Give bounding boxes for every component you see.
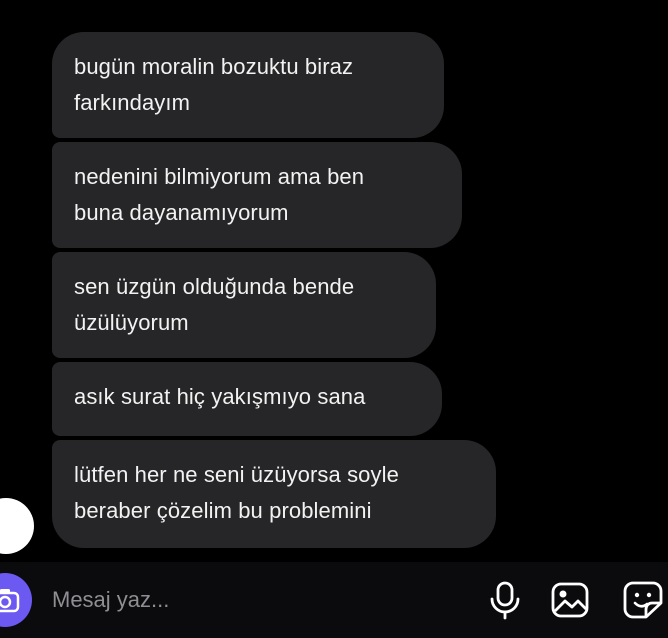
message-bubble[interactable]: sen üzgün olduğunda bende üzülüyorum	[52, 252, 436, 358]
message-text-line: bugün moralin bozuktu biraz	[74, 54, 354, 79]
message-bubble[interactable]: nedenini bilmiyorum ama ben buna dayanam…	[52, 142, 462, 248]
message-text-line: beraber çözelim bu problemini	[74, 498, 372, 523]
message-text-line: asık surat hiç yakışmıyo sana	[74, 384, 366, 409]
message-bubble[interactable]: bugün moralin bozuktu biraz farkındayım	[52, 32, 444, 138]
message-input[interactable]	[52, 584, 352, 616]
message-text-line: buna dayanamıyorum	[74, 200, 289, 225]
message-text-line: lütfen her ne seni üzüyorsa soyle	[74, 462, 399, 487]
message-thread[interactable]: bugün moralin bozuktu biraz farkındayım …	[0, 0, 668, 560]
message-text-line: nedenini bilmiyorum ama ben	[74, 164, 365, 189]
chat-screen: bugün moralin bozuktu biraz farkındayım …	[0, 0, 668, 638]
message-bubble[interactable]: lütfen her ne seni üzüyorsa soyle berabe…	[52, 440, 496, 548]
message-composer	[0, 562, 668, 638]
message-text-line: üzülüyorum	[74, 310, 189, 335]
sticker-button[interactable]	[622, 580, 663, 620]
gallery-button[interactable]	[550, 580, 590, 620]
message-text-line: farkındayım	[74, 90, 191, 115]
sender-avatar[interactable]	[0, 498, 34, 554]
message-bubble[interactable]: asık surat hiç yakışmıyo sana	[52, 362, 442, 436]
microphone-icon	[490, 581, 520, 620]
image-icon	[551, 582, 589, 618]
message-text-line: sen üzgün olduğunda bende	[74, 274, 355, 299]
camera-button[interactable]	[0, 573, 32, 627]
camera-icon	[0, 589, 20, 613]
microphone-button[interactable]	[485, 580, 525, 620]
sticker-icon	[623, 581, 663, 619]
